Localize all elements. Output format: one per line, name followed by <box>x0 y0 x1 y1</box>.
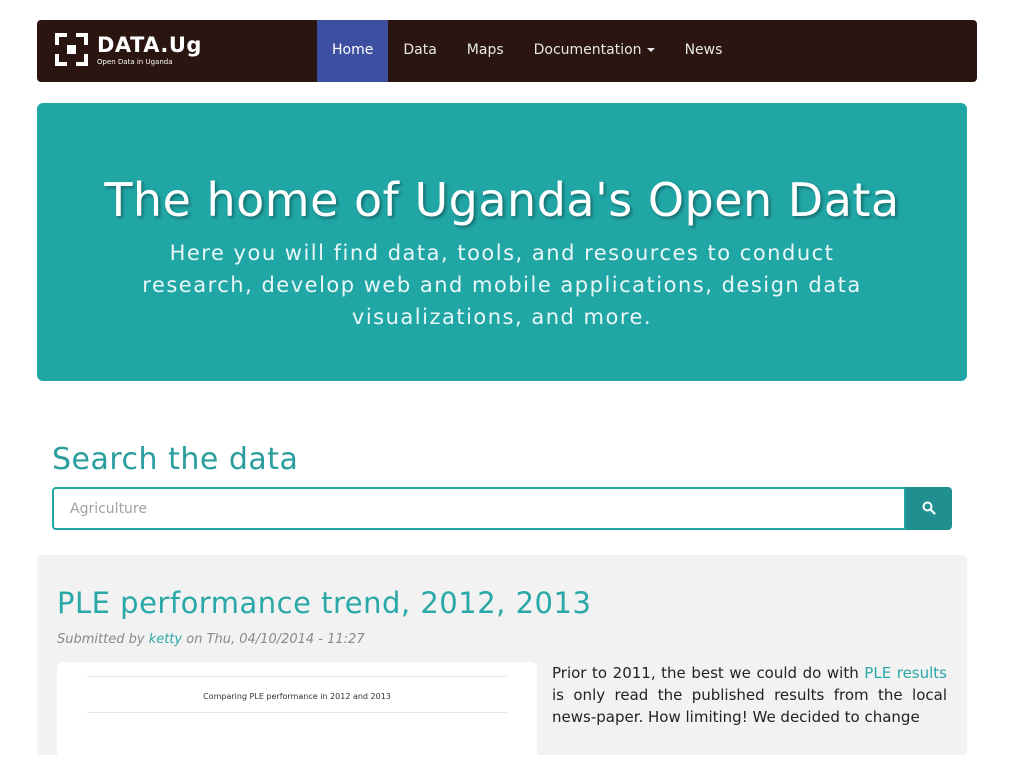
search-form <box>52 487 952 530</box>
author-link[interactable]: ketty <box>149 632 182 647</box>
nav-item-maps[interactable]: Maps <box>452 20 519 82</box>
nav-item-documentation-label: Documentation <box>533 42 642 58</box>
article-meta-prefix: Submitted by <box>57 632 149 647</box>
nav-item-data[interactable]: Data <box>388 20 451 82</box>
brand-logo[interactable]: DATA.Ug Open Data in Uganda <box>55 33 205 69</box>
thumbnail-rule <box>87 676 507 677</box>
logo-icon <box>55 33 88 66</box>
hero-subtitle: Here you will find data, tools, and reso… <box>142 241 862 329</box>
article-title[interactable]: PLE performance trend, 2012, 2013 <box>57 583 591 623</box>
article-excerpt: Prior to 2011, the best we could do with… <box>552 662 947 728</box>
hero-banner: The home of Uganda's Open Data Here you … <box>37 103 967 381</box>
hero-title: The home of Uganda's Open Data <box>104 173 900 227</box>
nav-item-news[interactable]: News <box>670 20 738 82</box>
brand-tagline: Open Data in Uganda <box>97 58 173 66</box>
article-excerpt-text: Prior to 2011, the best we could do with <box>552 664 865 682</box>
search-button[interactable] <box>906 487 952 530</box>
brand-name: DATA.Ug <box>97 33 202 57</box>
thumbnail-caption: Comparing PLE performance in 2012 and 20… <box>203 692 391 701</box>
ple-results-link[interactable]: PLE results <box>864 664 947 682</box>
caret-down-icon <box>646 48 655 52</box>
article-card: PLE performance trend, 2012, 2013 Submit… <box>37 555 967 782</box>
top-navbar: DATA.Ug Open Data in Uganda Home Data Ma… <box>37 20 977 82</box>
article-meta: Submitted by ketty on Thu, 04/10/2014 - … <box>57 631 365 649</box>
main-nav: Home Data Maps Documentation News <box>317 20 737 82</box>
search-icon <box>922 501 936 515</box>
nav-item-documentation[interactable]: Documentation <box>519 20 670 82</box>
search-input[interactable] <box>52 487 906 530</box>
article-meta-date: on Thu, 04/10/2014 - 11:27 <box>182 632 365 647</box>
article-excerpt-text: is only read the published results from … <box>552 686 947 726</box>
search-heading: Search the data <box>52 442 299 477</box>
article-thumbnail[interactable]: Comparing PLE performance in 2012 and 20… <box>57 662 537 782</box>
thumbnail-rule <box>87 712 507 713</box>
nav-item-home[interactable]: Home <box>317 20 389 82</box>
